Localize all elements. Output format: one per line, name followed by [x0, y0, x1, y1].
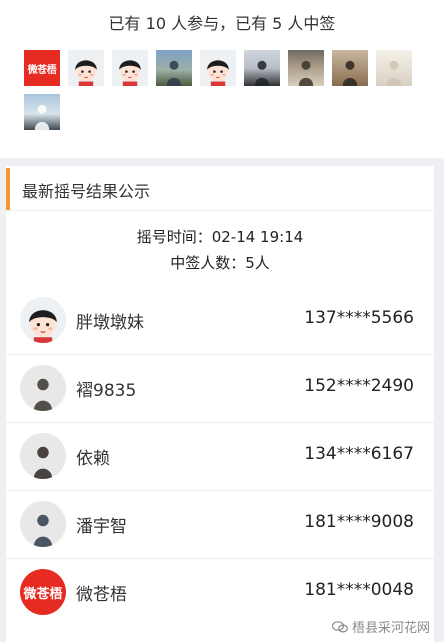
- results-panel-title: 最新摇号结果公示: [22, 182, 151, 201]
- winner-avatar[interactable]: 微苍梧: [20, 569, 66, 615]
- winner-row[interactable]: 褶9835 152****2490: [6, 354, 434, 423]
- participants-section: 已有 10 人参与，已有 5 人中签 微苍梧: [0, 0, 444, 158]
- winner-phone: 137****5566: [304, 308, 414, 328]
- participant-avatar[interactable]: [288, 50, 324, 86]
- participant-avatar[interactable]: [332, 50, 368, 86]
- participant-avatar[interactable]: [68, 50, 104, 86]
- winner-row[interactable]: 胖墩墩妹 137****5566: [6, 286, 434, 355]
- winner-name: 潘宇智: [76, 517, 127, 537]
- winner-phone: 152****2490: [304, 376, 414, 396]
- winner-name: 依赖: [76, 449, 110, 469]
- participant-avatar[interactable]: [376, 50, 412, 86]
- winner-phone: 134****6167: [304, 444, 414, 464]
- brand-logo-text: 微苍梧: [23, 586, 63, 602]
- wechat-icon: [331, 620, 348, 633]
- winner-row[interactable]: 依赖 134****6167: [6, 422, 434, 491]
- results-panel-header: 最新摇号结果公示: [6, 166, 434, 211]
- watermark-text: 梧县采河花网: [351, 621, 430, 636]
- participation-summary: 已有 10 人参与，已有 5 人中签: [108, 14, 336, 33]
- winner-name: 微苍梧: [76, 585, 127, 605]
- winner-avatar[interactable]: [20, 365, 66, 411]
- winner-avatar[interactable]: [20, 501, 66, 547]
- participant-avatar[interactable]: [24, 94, 60, 130]
- draw-time: 摇号时间：02-14 19:14: [136, 228, 304, 246]
- winner-phone: 181****9008: [304, 512, 414, 532]
- winner-phone: 181****0048: [304, 580, 414, 600]
- winner-count: 中签人数：5人: [170, 254, 270, 272]
- draw-info: 摇号时间：02-14 19:14 中签人数：5人: [6, 224, 434, 276]
- brand-logo-text: 微苍梧: [27, 64, 57, 76]
- winner-name: 胖墩墩妹: [76, 313, 144, 333]
- participant-avatar[interactable]: [244, 50, 280, 86]
- winner-row[interactable]: 微苍梧 微苍梧 181****0048: [6, 558, 434, 626]
- winner-row[interactable]: 潘宇智 181****9008: [6, 490, 434, 559]
- winner-name: 褶9835: [76, 381, 137, 401]
- participant-avatar[interactable]: 微苍梧: [24, 50, 60, 86]
- results-panel: 最新摇号结果公示 摇号时间：02-14 19:14 中签人数：5人 胖墩墩妹 13…: [6, 166, 434, 642]
- watermark: 梧县采河花网: [331, 617, 430, 636]
- winner-avatar[interactable]: [20, 297, 66, 343]
- header-accent-bar: [6, 168, 10, 210]
- winner-avatar[interactable]: [20, 433, 66, 479]
- participant-avatar[interactable]: [156, 50, 192, 86]
- participant-avatar[interactable]: [200, 50, 236, 86]
- participant-avatar[interactable]: [112, 50, 148, 86]
